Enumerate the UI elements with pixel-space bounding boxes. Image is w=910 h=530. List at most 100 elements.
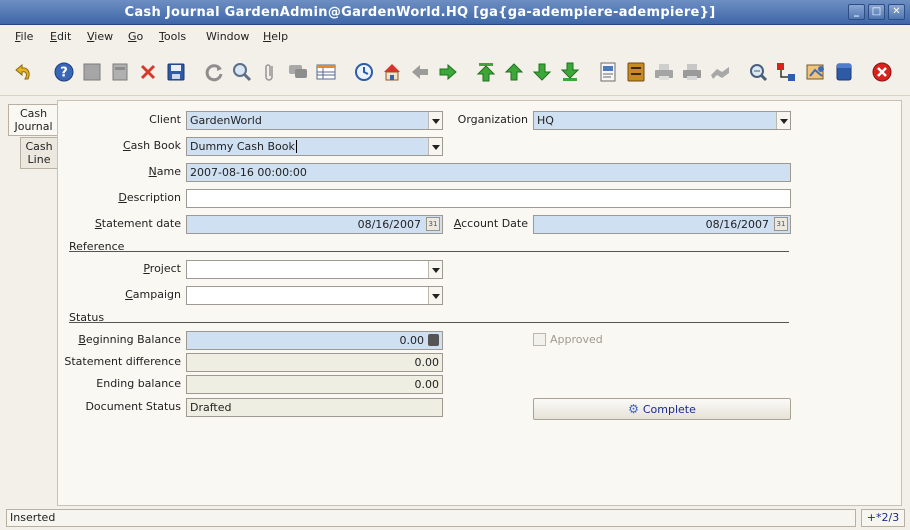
menu-help[interactable]: Help	[263, 30, 288, 43]
menu-edit[interactable]: Edit	[50, 30, 71, 43]
statement-difference-label: Statement difference	[64, 355, 181, 368]
calendar-icon[interactable]: 31	[426, 217, 440, 231]
status-message: Inserted	[6, 509, 856, 527]
reference-divider	[69, 251, 789, 252]
previous-record-icon[interactable]	[503, 61, 525, 83]
account-date-label: Account Date	[453, 217, 528, 230]
tab-strip: Cash Journal Cash Line	[0, 96, 58, 506]
menu-window[interactable]: Window	[206, 30, 249, 43]
complete-button-label: Complete	[642, 403, 696, 416]
save-icon[interactable]	[165, 61, 187, 83]
exit-icon[interactable]	[871, 61, 893, 83]
gear-icon: ⚙	[628, 402, 639, 416]
product-info-icon[interactable]	[833, 61, 855, 83]
tab-cash-line[interactable]: Cash Line	[20, 137, 58, 169]
window-title: Cash Journal GardenAdmin@GardenWorld.HQ …	[124, 5, 716, 20]
complete-button[interactable]: ⚙ Complete	[533, 398, 791, 420]
window-titlebar: Cash Journal GardenAdmin@GardenWorld.HQ …	[0, 0, 910, 25]
print-preview-icon	[653, 61, 675, 83]
maximize-icon: □	[871, 6, 882, 17]
statement-date-field[interactable]: 08/16/2007 31	[186, 215, 443, 234]
toolbar: ?	[0, 48, 910, 96]
chat-icon[interactable]	[287, 61, 309, 83]
beginning-balance-value: 0.00	[399, 334, 425, 347]
minimize-icon: _	[854, 6, 859, 17]
name-field[interactable]: 2007-08-16 00:00:00	[186, 163, 791, 182]
cash-book-label: Cash Book	[122, 139, 181, 152]
menu-bar: File Edit View Go Tools Window Help	[0, 26, 910, 48]
beginning-balance-field[interactable]: 0.00	[186, 331, 443, 350]
client-label: Client	[149, 113, 181, 126]
calculator-icon[interactable]	[428, 334, 439, 346]
previous-icon	[409, 61, 431, 83]
minimize-button[interactable]: _	[848, 4, 865, 20]
campaign-select[interactable]	[186, 286, 443, 305]
document-status-label: Document Status	[85, 400, 181, 413]
description-field[interactable]	[186, 189, 791, 208]
request-icon[interactable]	[805, 61, 827, 83]
help-icon[interactable]: ?	[53, 61, 75, 83]
grid-toggle-icon[interactable]	[315, 61, 337, 83]
project-select[interactable]	[186, 260, 443, 279]
maximize-button[interactable]: □	[868, 4, 885, 20]
approved-label: Approved	[550, 333, 603, 346]
statement-date-value: 08/16/2007	[357, 218, 421, 231]
beginning-balance-label: Beginning Balance	[78, 333, 181, 346]
document-status-field: Drafted	[186, 398, 443, 417]
print-icon	[681, 61, 703, 83]
next-record-icon[interactable]	[531, 61, 553, 83]
attachment-icon[interactable]	[259, 61, 281, 83]
chevron-down-icon[interactable]	[428, 138, 442, 155]
description-label: Description	[118, 191, 181, 204]
form-panel	[57, 100, 902, 506]
undo-icon[interactable]	[13, 61, 35, 83]
close-icon: ✕	[892, 6, 901, 17]
workflow-icon	[709, 61, 731, 83]
svg-text:?: ?	[60, 66, 68, 81]
last-record-icon[interactable]	[559, 61, 581, 83]
statement-date-label: Statement date	[94, 217, 181, 230]
find-icon[interactable]	[231, 61, 253, 83]
record-count[interactable]: +*2/3	[861, 509, 905, 527]
organization-value: HQ	[537, 114, 554, 127]
organization-label: Organization	[457, 113, 528, 126]
account-date-field[interactable]: 08/16/2007 31	[533, 215, 791, 234]
ending-balance-label: Ending balance	[96, 377, 181, 390]
home-icon[interactable]	[381, 61, 403, 83]
menu-file[interactable]: File	[15, 30, 33, 43]
approved-checkbox-box[interactable]	[533, 333, 546, 346]
project-label: Project	[143, 262, 181, 275]
delete-icon[interactable]	[137, 61, 159, 83]
first-record-icon[interactable]	[475, 61, 497, 83]
status-bar: Inserted +*2/3	[0, 507, 910, 530]
statement-difference-field: 0.00	[186, 353, 443, 372]
refresh-icon[interactable]	[203, 61, 225, 83]
active-workflows-icon[interactable]	[775, 61, 797, 83]
campaign-label: Campaign	[125, 288, 181, 301]
name-label: Name	[148, 165, 181, 178]
client-select[interactable]: GardenWorld	[186, 111, 443, 130]
account-date-value: 08/16/2007	[705, 218, 769, 231]
chevron-down-icon[interactable]	[776, 112, 790, 129]
report-icon[interactable]	[597, 61, 619, 83]
copy-icon	[109, 61, 131, 83]
zoom-across-icon[interactable]	[747, 61, 769, 83]
archive-icon[interactable]	[625, 61, 647, 83]
new-icon	[81, 61, 103, 83]
status-divider	[69, 322, 789, 323]
menu-view[interactable]: View	[87, 30, 113, 43]
next-icon[interactable]	[437, 61, 459, 83]
chevron-down-icon[interactable]	[428, 261, 442, 278]
menu-tools[interactable]: Tools	[159, 30, 186, 43]
cash-book-value: Dummy Cash Book	[190, 140, 295, 153]
history-icon[interactable]	[353, 61, 375, 83]
close-window-button[interactable]: ✕	[888, 4, 905, 20]
menu-go[interactable]: Go	[128, 30, 143, 43]
tab-cash-journal[interactable]: Cash Journal	[8, 104, 58, 136]
calendar-icon[interactable]: 31	[774, 217, 788, 231]
ending-balance-field: 0.00	[186, 375, 443, 394]
client-value: GardenWorld	[190, 114, 262, 127]
cash-book-select[interactable]: Dummy Cash Book	[186, 137, 443, 156]
chevron-down-icon[interactable]	[428, 287, 442, 304]
organization-select[interactable]: HQ	[533, 111, 791, 130]
